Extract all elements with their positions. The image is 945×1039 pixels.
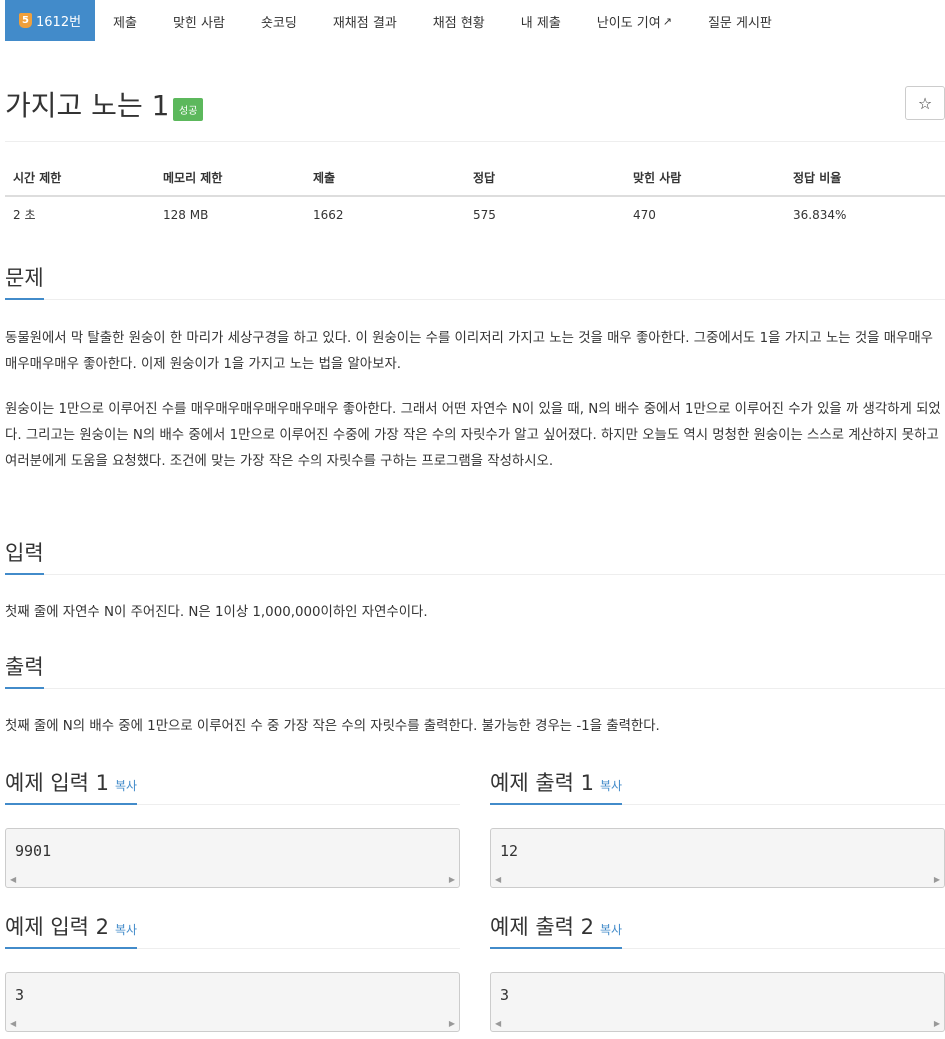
header-memory-limit: 메모리 제한 bbox=[155, 160, 305, 197]
tab-my-submissions[interactable]: 내 제출 bbox=[503, 0, 579, 42]
output-heading-bar: 출력 bbox=[5, 651, 945, 689]
scroll-right-icon[interactable]: ▶ bbox=[449, 875, 455, 884]
header-ratio: 정답 비율 bbox=[785, 160, 945, 197]
tab-difficulty[interactable]: 난이도 기여 ↗ bbox=[579, 0, 690, 42]
sample-input-1: 9901 bbox=[15, 842, 52, 860]
header-solvers: 맞힌 사람 bbox=[625, 160, 785, 197]
scroll-left-icon[interactable]: ◀ bbox=[495, 875, 501, 884]
output-text: 첫째 줄에 N의 배수 중에 1만으로 이루어진 수 중 가장 작은 수의 자릿… bbox=[5, 719, 660, 734]
sample-input-1-heading: 예제 입력 1 bbox=[5, 771, 109, 795]
star-button[interactable]: ☆ bbox=[905, 86, 945, 120]
problem-nav: 5 1612번 제출 맞힌 사람 숏코딩 재채점 결과 채점 현황 내 제출 난… bbox=[0, 0, 945, 46]
value-memory-limit: 128 MB bbox=[163, 207, 209, 222]
sample-input-2-heading: 예제 입력 2 bbox=[5, 915, 109, 939]
value-solvers: 470 bbox=[633, 207, 656, 222]
tab-problem-label: 1612번 bbox=[36, 15, 82, 30]
tab-difficulty-label: 난이도 기여 bbox=[596, 15, 661, 31]
sample-input-2-heading-bar: 예제 입력 2 복사 bbox=[5, 911, 460, 949]
value-accepted: 575 bbox=[473, 207, 496, 222]
copy-input-2-button[interactable]: 복사 bbox=[115, 923, 137, 937]
scroll-right-icon[interactable]: ▶ bbox=[934, 875, 940, 884]
copy-output-2-button[interactable]: 복사 bbox=[600, 923, 622, 937]
star-icon: ☆ bbox=[917, 93, 933, 113]
horizontal-scrollbar[interactable]: ◀ ▶ bbox=[6, 1017, 459, 1031]
value-ratio: 36.834% bbox=[793, 207, 847, 222]
value-time-limit: 2 초 bbox=[13, 208, 36, 222]
sample-input-2: 3 bbox=[15, 986, 25, 1004]
input-text: 첫째 줄에 자연수 N이 주어진다. N은 1이상 1,000,000이하인 자… bbox=[5, 605, 428, 620]
sample-output-1-box[interactable]: 12 ◀ ▶ bbox=[490, 828, 945, 888]
header-submissions: 제출 bbox=[305, 160, 465, 197]
scroll-left-icon[interactable]: ◀ bbox=[10, 875, 16, 884]
tab-short-coding[interactable]: 숏코딩 bbox=[243, 0, 315, 42]
problem-text-1: 동물원에서 막 탈출한 원숭이 한 마리가 세상구경을 하고 있다. 이 원숭이… bbox=[5, 331, 934, 372]
sample-input-1-heading-bar: 예제 입력 1 복사 bbox=[5, 767, 460, 805]
scroll-left-icon[interactable]: ◀ bbox=[495, 1019, 501, 1028]
sample-output-1-heading-bar: 예제 출력 1 복사 bbox=[490, 767, 945, 805]
level-badge-icon: 5 bbox=[19, 13, 32, 28]
tab-status[interactable]: 채점 현황 bbox=[415, 0, 503, 42]
tab-solvers[interactable]: 맞힌 사람 bbox=[155, 0, 243, 42]
horizontal-scrollbar[interactable]: ◀ ▶ bbox=[491, 1017, 944, 1031]
header-time-limit: 시간 제한 bbox=[5, 160, 155, 197]
problem-heading: 문제 bbox=[5, 262, 44, 300]
problem-heading-bar: 문제 bbox=[5, 262, 945, 300]
sample-input-1-box[interactable]: 9901 ◀ ▶ bbox=[5, 828, 460, 888]
problem-text-2: 원숭이는 1만으로 이루어진 수를 매우매우매우매우매우매우 좋아한다. 그래서… bbox=[5, 402, 941, 469]
scroll-right-icon[interactable]: ▶ bbox=[449, 1019, 455, 1028]
input-heading: 입력 bbox=[5, 537, 44, 575]
status-badge: 성공 bbox=[173, 98, 204, 121]
input-heading-bar: 입력 bbox=[5, 537, 945, 575]
title-bar: 가지고 노는 1 성공 ☆ bbox=[5, 80, 945, 142]
sample-output-2: 3 bbox=[500, 986, 510, 1004]
sample-output-2-heading: 예제 출력 2 bbox=[490, 915, 594, 939]
table-row: 2 초 128 MB 1662 575 470 36.834% bbox=[5, 196, 945, 232]
sample-output-1-heading: 예제 출력 1 bbox=[490, 771, 594, 795]
external-link-icon: ↗ bbox=[662, 14, 672, 28]
scroll-right-icon[interactable]: ▶ bbox=[934, 1019, 940, 1028]
sample-output-2-heading-bar: 예제 출력 2 복사 bbox=[490, 911, 945, 949]
output-heading: 출력 bbox=[5, 651, 44, 689]
copy-output-1-button[interactable]: 복사 bbox=[600, 779, 622, 793]
horizontal-scrollbar[interactable]: ◀ ▶ bbox=[6, 873, 459, 887]
value-submissions: 1662 bbox=[313, 207, 344, 222]
horizontal-scrollbar[interactable]: ◀ ▶ bbox=[491, 873, 944, 887]
header-accepted: 정답 bbox=[465, 160, 625, 197]
sample-output-1: 12 bbox=[500, 842, 519, 860]
sample-output-2-box[interactable]: 3 ◀ ▶ bbox=[490, 972, 945, 1032]
tab-board[interactable]: 질문 게시판 bbox=[690, 0, 790, 42]
tab-problem[interactable]: 5 1612번 bbox=[5, 0, 96, 41]
tab-submit[interactable]: 제출 bbox=[95, 0, 155, 42]
problem-info-table: 시간 제한 메모리 제한 제출 정답 맞힌 사람 정답 비율 2 초 128 M… bbox=[5, 160, 945, 232]
sample-input-2-box[interactable]: 3 ◀ ▶ bbox=[5, 972, 460, 1032]
page-title: 가지고 노는 1 bbox=[5, 89, 170, 122]
copy-input-1-button[interactable]: 복사 bbox=[115, 779, 137, 793]
tab-rejudge[interactable]: 재채점 결과 bbox=[315, 0, 415, 42]
table-header-row: 시간 제한 메모리 제한 제출 정답 맞힌 사람 정답 비율 bbox=[5, 160, 945, 197]
scroll-left-icon[interactable]: ◀ bbox=[10, 1019, 16, 1028]
